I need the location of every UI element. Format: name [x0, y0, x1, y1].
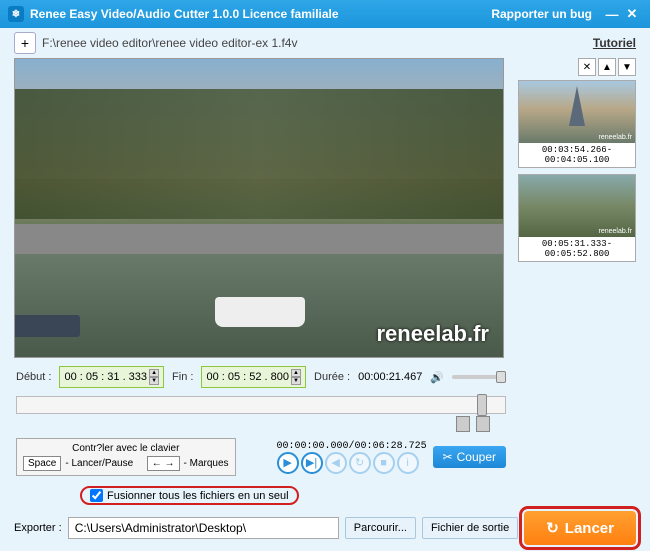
watermark: reneelab.fr [377, 321, 490, 347]
start-down-icon[interactable]: ▼ [149, 377, 159, 385]
end-time-input[interactable]: 00 : 05 : 52 . 800▲▼ [201, 366, 306, 388]
loop-button[interactable]: ↻ [349, 452, 371, 474]
move-up-button[interactable]: ▲ [598, 58, 616, 76]
move-down-button[interactable]: ▼ [618, 58, 636, 76]
refresh-icon: ↻ [546, 519, 559, 537]
path-bar: + F:\renee video editor\renee video edit… [0, 28, 650, 58]
app-logo-icon: ❄ [8, 6, 24, 22]
tutorial-link[interactable]: Tutoriel [593, 36, 636, 50]
clips-panel: ✕ ▲ ▼ reneelab.fr 00:03:54.266-00:04:05.… [518, 58, 636, 480]
clip-item[interactable]: reneelab.fr 00:05:31.333-00:05:52.800 [518, 174, 636, 262]
app-title: Renee Easy Video/Audio Cutter 1.0.0 Lice… [30, 7, 339, 21]
keyboard-help: Contr?ler avec le clavier Space- Lancer/… [16, 438, 236, 476]
minimize-button[interactable]: — [602, 5, 622, 23]
report-bug-link[interactable]: Rapporter un bug [491, 7, 592, 21]
browse-button[interactable]: Parcourir... [345, 517, 416, 539]
end-down-icon[interactable]: ▼ [291, 377, 301, 385]
start-up-icon[interactable]: ▲ [149, 369, 159, 377]
next-frame-button[interactable]: ▶| [301, 452, 323, 474]
end-label: Fin : [172, 371, 193, 383]
prev-button[interactable]: ◀ [325, 452, 347, 474]
delete-clip-button[interactable]: ✕ [578, 58, 596, 76]
video-preview[interactable]: reneelab.fr [14, 58, 504, 358]
stop-button[interactable]: ■ [373, 452, 395, 474]
mark-in-icon[interactable] [456, 416, 470, 432]
output-folder-button[interactable]: Fichier de sortie [422, 517, 518, 539]
mark-out-icon[interactable] [476, 416, 490, 432]
clip-item[interactable]: reneelab.fr 00:03:54.266-00:04:05.100 [518, 80, 636, 168]
add-file-button[interactable]: + [14, 32, 36, 54]
close-button[interactable]: ✕ [622, 5, 642, 23]
volume-icon[interactable]: 🔊 [430, 371, 444, 384]
clip-range: 00:03:54.266-00:04:05.100 [519, 143, 635, 167]
duration-value: 00:00:21.467 [358, 371, 422, 383]
end-up-icon[interactable]: ▲ [291, 369, 301, 377]
title-bar: ❄ Renee Easy Video/Audio Cutter 1.0.0 Li… [0, 0, 650, 28]
info-button[interactable]: i [397, 452, 419, 474]
file-path: F:\renee video editor\renee video editor… [42, 36, 587, 50]
merge-checkbox[interactable] [90, 489, 103, 502]
start-time-input[interactable]: 00 : 05 : 31 . 333▲▼ [59, 366, 164, 388]
scissors-icon: ✂ [443, 450, 453, 464]
volume-slider[interactable] [452, 375, 506, 379]
time-row: Début : 00 : 05 : 31 . 333▲▼ Fin : 00 : … [14, 358, 508, 396]
start-label: Début : [16, 371, 51, 383]
play-button[interactable]: ▶ [277, 452, 299, 474]
export-path-input[interactable] [68, 517, 339, 539]
merge-checkbox-row[interactable]: Fusionner tous les fichiers en un seul [80, 486, 299, 505]
timeline-slider[interactable] [16, 396, 506, 414]
duration-label: Durée : [314, 371, 350, 383]
launch-button[interactable]: ↻Lancer [524, 511, 636, 545]
clip-range: 00:05:31.333-00:05:52.800 [519, 237, 635, 261]
export-label: Exporter : [14, 522, 62, 534]
slider-thumb[interactable] [477, 394, 487, 416]
cut-button[interactable]: ✂Couper [433, 446, 506, 468]
timecode: 00:00:00.000/00:06:28.725 [277, 441, 427, 452]
